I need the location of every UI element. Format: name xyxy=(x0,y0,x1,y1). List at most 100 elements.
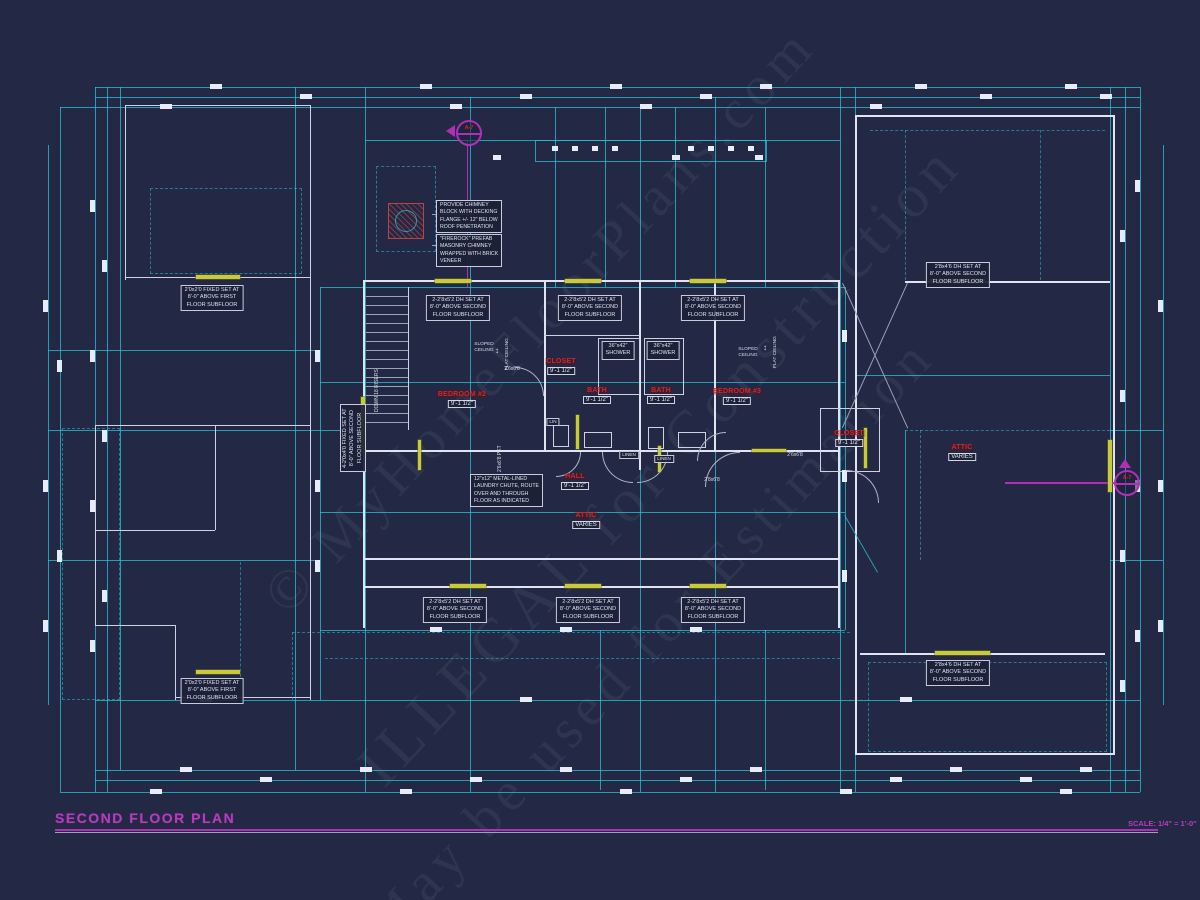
room-label-attic-center: ATTIC VARIES xyxy=(572,512,600,529)
dimension-tick xyxy=(680,777,692,782)
cad-line xyxy=(565,584,601,588)
dimension-tick xyxy=(842,570,847,582)
cad-line xyxy=(366,305,408,306)
dimension-tick xyxy=(1135,180,1140,192)
cad-line xyxy=(48,350,320,351)
chimney-prefab-note: "FIREROCK" PREFAB MASONRY CHIMNEY WRAPPE… xyxy=(436,234,502,267)
cad-line xyxy=(292,632,293,700)
dimension-tick xyxy=(180,767,192,772)
cad-line xyxy=(55,829,1158,831)
cad-line xyxy=(95,780,1140,781)
dimension-tick xyxy=(842,330,847,342)
chimney-flue-circle xyxy=(395,210,417,232)
door-size-label: 2'8x6'8 xyxy=(704,477,720,484)
cad-line xyxy=(60,792,1140,793)
dimension-tick xyxy=(690,627,702,632)
dimension-tick xyxy=(90,350,95,362)
ceiling-height: 9'-1 1/2" xyxy=(561,482,589,490)
dimension-tick xyxy=(755,155,763,160)
cad-line xyxy=(905,430,1110,431)
dimension-tick xyxy=(980,94,992,99)
dimension-tick xyxy=(1120,230,1125,242)
cad-line xyxy=(690,279,726,283)
dimension-tick xyxy=(748,146,754,151)
cad-line xyxy=(600,630,601,790)
cad-line xyxy=(584,432,612,448)
cad-line xyxy=(1110,560,1163,561)
dimension-tick xyxy=(610,84,622,89)
cad-line xyxy=(366,296,408,297)
dimension-tick xyxy=(90,200,95,212)
dimension-tick xyxy=(1020,777,1032,782)
cad-line xyxy=(60,107,61,792)
cad-line xyxy=(48,145,49,705)
dimension-tick xyxy=(552,146,558,151)
cad-line xyxy=(765,630,766,790)
room-name: BEDROOM #2 xyxy=(437,391,487,398)
cad-line xyxy=(1113,115,1115,755)
dimension-tick xyxy=(1135,630,1140,642)
cad-line xyxy=(855,115,1115,117)
window-note: 2'0x2'0 FIXED SET AT 8'-0" ABOVE FIRST F… xyxy=(181,285,244,311)
room-label-bath-2: BATH 9'-1 1/2" xyxy=(647,387,675,404)
cad-line xyxy=(535,140,767,162)
dimension-tick xyxy=(102,590,107,602)
cad-line xyxy=(1125,87,1126,792)
room-name: BEDROOM #3 xyxy=(712,388,762,395)
cad-line xyxy=(320,287,845,288)
dimension-tick xyxy=(1100,94,1112,99)
cad-line xyxy=(325,658,840,659)
dimension-tick xyxy=(420,84,432,89)
cad-line xyxy=(366,413,408,414)
cad-line xyxy=(1140,87,1141,792)
room-name: ATTIC xyxy=(950,444,973,451)
dimension-tick xyxy=(640,104,652,109)
cad-line xyxy=(366,368,408,369)
sloped-ceiling-label: SLOPED CEILING xyxy=(474,342,493,354)
dimension-tick xyxy=(43,300,48,312)
dimension-tick xyxy=(493,155,501,160)
stair-direction-label: DOWN 18 RISERS xyxy=(374,369,381,412)
cad-line xyxy=(555,107,556,287)
dimension-tick xyxy=(688,146,694,151)
window-note: 2'0x2'0 FIXED SET AT 8'-0" ABOVE FIRST F… xyxy=(181,678,244,704)
cad-line xyxy=(648,427,664,449)
dimension-tick xyxy=(560,627,572,632)
dimension-tick xyxy=(1060,789,1072,794)
room-label-hall: HALL 9'-1 1/2" xyxy=(561,473,589,490)
dimension-tick xyxy=(1120,550,1125,562)
ceiling-height: 9'-1 1/2" xyxy=(448,400,476,408)
cad-line xyxy=(366,323,408,324)
cad-line xyxy=(605,107,606,287)
cad-line xyxy=(366,341,408,342)
dimension-tick xyxy=(260,777,272,782)
cad-line xyxy=(1110,430,1163,431)
dimension-tick xyxy=(520,94,532,99)
ceiling-height: 9'-1 1/2" xyxy=(583,396,611,404)
dimension-tick xyxy=(43,480,48,492)
pocket-door-label: 2'6x6'8 PKT xyxy=(497,445,504,472)
dimension-tick xyxy=(840,789,852,794)
door-swing-arc xyxy=(846,470,879,503)
cad-line xyxy=(905,430,906,655)
ceiling-height: VARIES xyxy=(948,453,976,461)
dimension-tick xyxy=(592,146,598,151)
window-note: 2-2'8x5'2 DH SET AT 8'-0" ABOVE SECOND F… xyxy=(681,597,745,623)
window-note: 2'8x4'6 DH SET AT 8'-0" ABOVE SECOND FLO… xyxy=(926,262,990,288)
dimension-tick xyxy=(300,94,312,99)
dimension-tick xyxy=(1120,390,1125,402)
room-label-bedroom-3: BEDROOM #3 9'-1 1/2" xyxy=(712,388,762,405)
cad-line xyxy=(1040,130,1041,280)
cad-line xyxy=(418,440,421,470)
cad-line xyxy=(215,425,216,530)
dimension-tick xyxy=(950,767,962,772)
ceiling-height: 9'-1 1/2" xyxy=(835,439,863,447)
ceiling-height: 9'-1 1/2" xyxy=(723,397,751,405)
cad-line xyxy=(365,586,840,588)
dimension-tick xyxy=(430,627,442,632)
cad-line xyxy=(920,430,921,560)
sheet-scale: SCALE: 1/4" = 1'-0" xyxy=(1128,819,1197,828)
window-note: 2-2'8x5'2 DH SET AT 8'-0" ABOVE SECOND F… xyxy=(558,295,622,321)
chimney-flashing-note: PROVIDE CHIMNEY BLOCK WITH DECKING FLANG… xyxy=(436,200,502,233)
cad-line xyxy=(292,632,850,633)
